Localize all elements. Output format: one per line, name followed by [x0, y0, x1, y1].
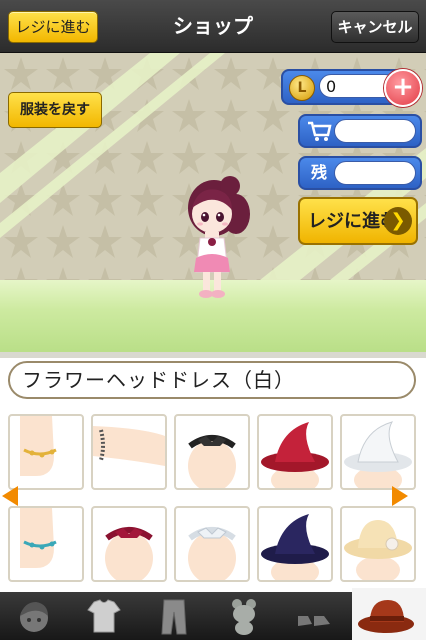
revert-outfit-button[interactable]: 服装を戻す [8, 92, 102, 128]
item-red-headband[interactable] [91, 506, 167, 582]
cancel-button[interactable]: キャンセル [331, 11, 419, 43]
avatar-character [188, 176, 250, 298]
tab-tops[interactable] [74, 592, 134, 640]
remaining-field [334, 161, 416, 185]
tab-accessories[interactable] [214, 592, 274, 640]
bracelet-icon [93, 426, 165, 466]
page-title: ショップ [173, 14, 253, 38]
straw-hat-icon [344, 520, 412, 580]
item-white-witch-hat[interactable] [340, 414, 416, 490]
cart-icon [308, 121, 332, 141]
hat-icon [358, 600, 414, 633]
remaining-label: 残 [310, 163, 327, 182]
witch-hat-icon [261, 422, 329, 488]
selected-item-name: フラワーヘッドドレス（白） [8, 361, 416, 399]
face-icon [20, 602, 48, 632]
item-grid [8, 414, 418, 586]
checkout-button-top[interactable]: レジに進む [8, 11, 98, 43]
tab-bottoms[interactable] [144, 592, 204, 640]
item-white-headband[interactable] [174, 506, 250, 582]
headband-icon [188, 527, 236, 580]
divider [0, 352, 426, 358]
headband-icon [105, 527, 153, 580]
plush-icon [232, 599, 256, 635]
item-navy-witch-hat[interactable] [257, 506, 333, 582]
shoes-icon [298, 616, 330, 626]
shirt-icon [87, 599, 121, 633]
chevron-right-icon: ❯ [384, 207, 412, 235]
headband-icon [188, 435, 236, 488]
coin-icon: L [289, 75, 315, 101]
checkout-button[interactable]: レジに進む ❯ [298, 197, 418, 245]
item-gold-anklet[interactable] [8, 414, 84, 490]
cart-total-panel [298, 114, 422, 148]
witch-hat-icon [344, 421, 412, 488]
item-bead-bracelet[interactable] [91, 414, 167, 490]
pants-icon [161, 599, 187, 635]
item-red-witch-hat[interactable] [257, 414, 333, 490]
anklet-icon [20, 416, 57, 476]
witch-hat-icon [261, 514, 329, 580]
tab-face[interactable] [4, 592, 64, 640]
add-coin-button[interactable]: + [384, 69, 422, 107]
item-teal-anklet[interactable] [8, 506, 84, 582]
scroll-left-arrow-icon[interactable] [2, 486, 18, 506]
item-black-headband[interactable] [174, 414, 250, 490]
anklet-icon [20, 508, 57, 568]
tab-hats-selected[interactable] [352, 588, 426, 640]
item-straw-flower-hat[interactable] [340, 506, 416, 582]
scroll-right-arrow-icon[interactable] [392, 486, 408, 506]
tab-shoes[interactable] [284, 592, 344, 640]
cart-total-field [334, 119, 416, 143]
remaining-panel: 残 [298, 156, 422, 190]
